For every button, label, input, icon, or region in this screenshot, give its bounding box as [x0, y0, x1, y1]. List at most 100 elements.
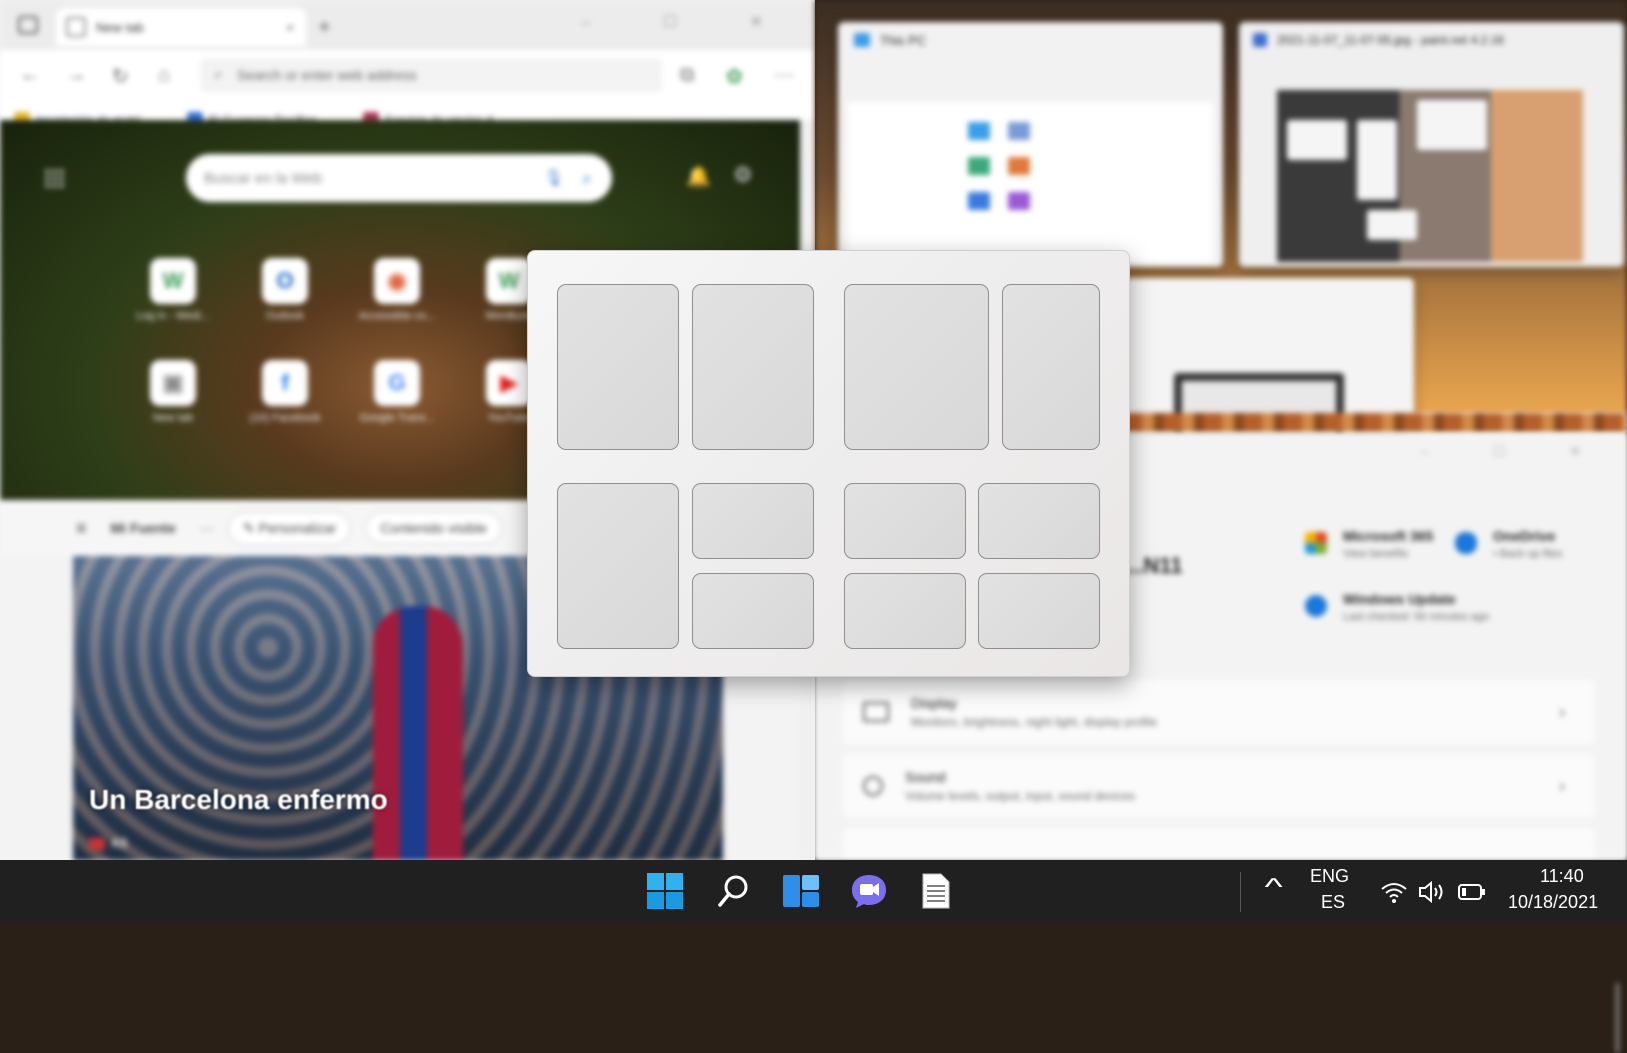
language-top[interactable]: ENG	[1310, 866, 1349, 887]
folder-icon	[968, 122, 990, 140]
snap-zone-quad-top-right[interactable]	[978, 483, 1100, 559]
notepad-button[interactable]	[913, 868, 959, 914]
start-button[interactable]	[642, 868, 688, 914]
settings-row-display[interactable]: Display Monitors, brightness, night light…	[843, 680, 1595, 744]
canvas-thumbnail	[1357, 120, 1397, 200]
monitor-icon	[863, 702, 889, 722]
chevron-right-icon: ›	[1559, 775, 1565, 796]
volume-icon[interactable]	[1418, 880, 1446, 904]
collections-icon[interactable]: ⧉	[680, 64, 694, 87]
tile-label: Outlook	[266, 310, 304, 322]
scrollbar[interactable]	[1616, 983, 1619, 1053]
snap-zone-bottom-right[interactable]	[692, 573, 814, 649]
teams-chat-button[interactable]	[846, 868, 892, 914]
paint-net-window[interactable]: 2021-11-07_11-07-55.jpg - paint.net 4.2.…	[1239, 22, 1624, 267]
window-titlebar: This PC	[838, 22, 1223, 58]
snap-zone-wide-left[interactable]	[844, 284, 989, 450]
explorer-content	[848, 102, 1213, 262]
snap-zone-half-left[interactable]	[557, 284, 679, 450]
window-titlebar: 2021-11-07_11-07-55.jpg - paint.net 4.2.…	[1239, 22, 1624, 58]
file-explorer-window[interactable]: This PC	[838, 22, 1223, 267]
back-icon[interactable]: ←	[20, 64, 40, 87]
windows-update-item[interactable]: Windows Update Last checked: 56 minutes a…	[1305, 591, 1489, 623]
clock-date[interactable]: 10/18/2021	[1508, 892, 1598, 913]
extension-icon[interactable]: ✿	[726, 64, 743, 89]
address-input[interactable]: ⌕ Search or enter web address	[200, 58, 662, 92]
microphone-icon[interactable]: 🎙	[544, 168, 564, 188]
quick-name: Microsoft 365	[1343, 528, 1434, 544]
quick-link-tile[interactable]: G Google Trans...	[342, 360, 452, 424]
window-controls[interactable]: – ☐ ✕	[581, 12, 797, 32]
chevron-up-icon[interactable]: ^	[1265, 874, 1283, 902]
gear-icon[interactable]: ⚙	[733, 162, 753, 188]
microsoft-365-item[interactable]: Microsoft 365 View benefits	[1305, 528, 1433, 560]
snap-zone-quad-bottom-right[interactable]	[978, 573, 1100, 649]
quick-link-tile[interactable]: O Outlook	[230, 258, 340, 322]
update-icon	[1305, 595, 1327, 617]
chevron-right-icon: ›	[1559, 701, 1565, 722]
paint-net-icon	[1253, 33, 1267, 47]
folder-icon	[1008, 157, 1030, 175]
tab-new-tab[interactable]: New tab ×	[56, 8, 306, 46]
tab-actions-icon[interactable]	[18, 16, 38, 34]
feed-more-button[interactable]: ···	[200, 520, 214, 536]
language-bottom[interactable]: ES	[1321, 892, 1345, 913]
news-source-label: AS	[111, 836, 128, 850]
app-launcher-icon[interactable]	[44, 168, 66, 190]
battery-icon[interactable]	[1458, 882, 1486, 902]
clock-time[interactable]: 11:40	[1540, 866, 1584, 887]
content-visible-button[interactable]: Contenido visible	[365, 512, 502, 544]
device-name: ...N11	[1125, 553, 1183, 578]
settings-row-notifications[interactable]	[843, 828, 1595, 860]
new-tab-button[interactable]: +	[318, 14, 331, 40]
widgets-button[interactable]	[778, 868, 824, 914]
feed-label[interactable]: Mi Fuente	[111, 520, 176, 536]
news-title[interactable]: Un Barcelona enfermo	[89, 784, 388, 816]
snap-zone-top-right[interactable]	[692, 483, 814, 559]
refresh-icon[interactable]: ↻	[112, 64, 129, 89]
chat-icon	[852, 875, 886, 908]
snap-zone-narrow-right[interactable]	[1002, 284, 1100, 450]
window-title: This PC	[880, 32, 927, 48]
quick-sub: View benefits	[1343, 548, 1409, 560]
folder-icon	[968, 157, 990, 175]
image-canvas	[1277, 90, 1583, 262]
settings-row-sound[interactable]: Sound Volume levels, output, input, sound…	[843, 754, 1595, 818]
tile-icon: ◉	[374, 258, 420, 304]
more-menu-icon[interactable]: ···	[774, 64, 794, 87]
news-source: AS	[89, 836, 128, 850]
folder-icon	[1008, 122, 1030, 140]
onedrive-item[interactable]: OneDrive • Back up files	[1455, 528, 1562, 560]
windows-logo-icon	[647, 873, 683, 909]
quick-link-tile[interactable]: W Log in - Wedi...	[118, 258, 228, 322]
canvas-thumbnail	[1287, 120, 1347, 160]
search-icon[interactable]: ⌕	[582, 168, 592, 189]
snap-zone-quad-top-left[interactable]	[844, 483, 966, 559]
document-window[interactable]	[1124, 278, 1414, 433]
web-search-input[interactable]: Buscar en la Web 🎙 ⌕	[186, 154, 612, 202]
canvas-thumbnail	[1367, 210, 1417, 240]
tab-title: New tab	[96, 19, 144, 35]
notifications-icon[interactable]: 🔔	[686, 164, 711, 189]
quick-link-tile[interactable]: ▣ New tab	[118, 360, 228, 424]
quick-name: OneDrive	[1493, 528, 1556, 544]
hamburger-icon[interactable]: ≡	[76, 518, 87, 539]
tile-icon: ▣	[150, 360, 196, 406]
snap-zone-quad-bottom-left[interactable]	[844, 573, 966, 649]
folder-icon	[1008, 192, 1030, 210]
wifi-icon[interactable]	[1380, 880, 1408, 904]
quick-link-tile[interactable]: f (10) Facebook	[230, 360, 340, 424]
forward-icon[interactable]: →	[66, 64, 86, 87]
home-icon[interactable]: ⌂	[158, 64, 170, 87]
address-bar-row: ← → ↻ ⌂ ⌕ Search or enter web address ⧉ …	[0, 50, 815, 102]
snap-zone-half-right[interactable]	[692, 284, 814, 450]
quick-link-tile[interactable]: ◉ Accessible co...	[342, 258, 452, 322]
this-pc-icon	[854, 33, 870, 47]
canvas-thumbnail	[1417, 100, 1487, 150]
snap-zone-tall-left[interactable]	[557, 483, 679, 649]
personalize-button[interactable]: ✎ Personalizar	[227, 511, 352, 545]
close-tab-button[interactable]: ×	[286, 20, 294, 35]
window-controls[interactable]: – ☐ ✕	[1421, 443, 1611, 460]
web-search-placeholder: Buscar en la Web	[204, 169, 323, 187]
search-button[interactable]	[711, 868, 757, 914]
